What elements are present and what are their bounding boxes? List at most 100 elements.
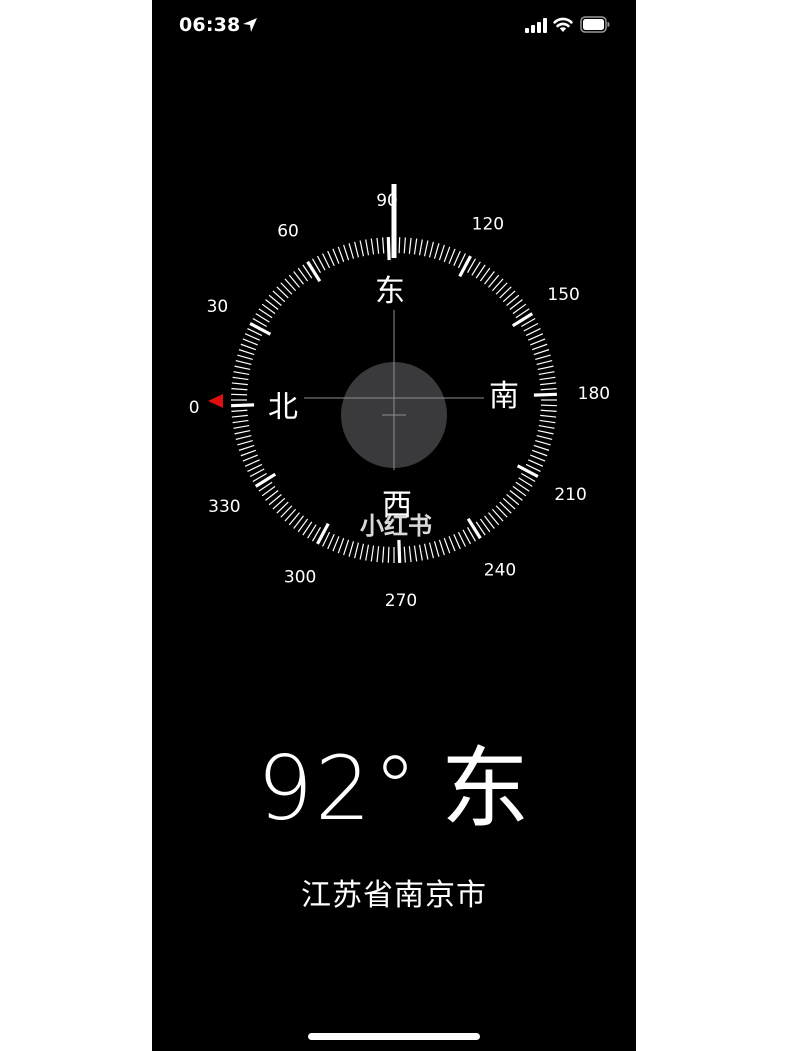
minor-tick xyxy=(238,349,255,356)
cardinal-east: 东 xyxy=(375,274,405,309)
minor-tick xyxy=(539,419,556,424)
minor-tick xyxy=(365,239,370,256)
minor-tick xyxy=(242,454,258,462)
minor-tick xyxy=(238,444,255,451)
cardinal-south: 南 xyxy=(489,379,519,414)
minor-tick xyxy=(376,237,380,254)
minor-tick xyxy=(332,248,340,264)
minor-tick xyxy=(327,534,335,550)
heading-direction: 东 xyxy=(440,737,531,840)
minor-tick xyxy=(316,255,326,271)
major-tick xyxy=(249,322,272,336)
minor-tick xyxy=(531,343,548,351)
minor-tick xyxy=(332,536,340,552)
minor-tick xyxy=(231,388,248,391)
minor-tick xyxy=(365,544,370,561)
minor-tick xyxy=(382,546,385,563)
minor-tick xyxy=(536,434,553,441)
minor-tick xyxy=(370,545,375,562)
minor-tick xyxy=(443,246,451,263)
watermark: 小红书 xyxy=(360,512,432,540)
minor-tick xyxy=(530,454,546,462)
degree-label: 90 xyxy=(376,191,398,211)
minor-tick xyxy=(453,534,461,550)
major-tick xyxy=(316,522,330,545)
minor-tick xyxy=(523,322,539,332)
degree-label: 240 xyxy=(484,561,516,581)
minor-tick xyxy=(418,544,423,561)
minor-tick xyxy=(448,536,456,552)
minor-tick xyxy=(387,546,390,563)
minor-tick xyxy=(348,541,355,557)
major-tick xyxy=(516,464,539,478)
minor-tick xyxy=(233,371,250,376)
minor-tick xyxy=(540,414,557,418)
minor-tick xyxy=(247,463,263,472)
minor-tick xyxy=(337,537,345,554)
degree-label: 330 xyxy=(208,497,240,517)
degree-label: 270 xyxy=(385,591,417,611)
minor-tick xyxy=(244,459,260,467)
degree-label: 120 xyxy=(472,214,504,234)
minor-tick xyxy=(538,424,555,429)
minor-tick xyxy=(537,365,554,371)
cardinal-north: 北 xyxy=(268,390,298,425)
minor-tick xyxy=(231,382,248,386)
minor-tick xyxy=(438,244,445,261)
compass-svg: 0306090120150180210240270300330 东 南 西 北 … xyxy=(189,184,610,611)
minor-tick xyxy=(535,439,551,446)
minor-tick xyxy=(453,250,461,266)
minor-tick xyxy=(438,539,445,556)
minor-tick xyxy=(428,241,435,258)
minor-tick xyxy=(443,537,451,554)
location-arrow-icon xyxy=(243,18,257,32)
major-tick xyxy=(511,312,534,328)
major-tick xyxy=(458,255,472,278)
minor-tick xyxy=(235,359,252,366)
minor-tick xyxy=(359,240,365,257)
minor-tick xyxy=(376,546,380,563)
minor-tick xyxy=(533,349,550,356)
minor-tick xyxy=(237,354,253,361)
minor-tick xyxy=(382,237,385,254)
major-tick xyxy=(254,472,277,488)
minor-tick xyxy=(359,543,365,560)
degree-label: 0 xyxy=(189,398,200,418)
degree-label: 180 xyxy=(578,384,610,404)
minor-tick xyxy=(433,243,440,259)
status-bar: 06:38 xyxy=(152,0,636,52)
minor-tick xyxy=(403,546,406,563)
minor-tick xyxy=(408,237,412,254)
minor-tick xyxy=(528,459,544,467)
minor-tick xyxy=(322,253,331,269)
minor-tick xyxy=(353,542,360,559)
minor-tick xyxy=(234,429,251,435)
major-tick xyxy=(397,539,402,563)
minor-tick xyxy=(540,404,557,407)
minor-tick xyxy=(528,333,544,341)
status-time: 06:38 xyxy=(179,14,241,36)
heading-degrees: 92° xyxy=(257,737,419,840)
minor-tick xyxy=(413,238,418,255)
compass-dial: 0 30 60 90 120 150 180 210 240 270 300 330 东 南 西 北 … xyxy=(152,150,636,650)
minor-tick xyxy=(234,365,251,371)
minor-tick xyxy=(398,237,401,254)
minor-tick xyxy=(232,376,249,381)
degree-label: 30 xyxy=(207,297,229,317)
minor-tick xyxy=(235,434,252,441)
minor-tick xyxy=(240,449,257,457)
wifi-icon xyxy=(553,17,573,32)
home-indicator[interactable] xyxy=(308,1033,480,1040)
minor-tick xyxy=(231,414,248,418)
minor-tick xyxy=(531,449,548,457)
degree-label: 60 xyxy=(277,221,299,241)
minor-tick xyxy=(353,241,360,258)
degree-label: 210 xyxy=(554,485,586,505)
minor-tick xyxy=(536,359,553,366)
degree-label: 150 xyxy=(547,285,579,305)
battery-icon xyxy=(580,16,610,33)
compass-app-screen: 06:38 0 30 60 90 120 150 180 210 240 270… xyxy=(152,0,636,1051)
minor-tick xyxy=(540,382,557,386)
minor-tick xyxy=(343,244,350,261)
minor-tick xyxy=(232,419,249,424)
